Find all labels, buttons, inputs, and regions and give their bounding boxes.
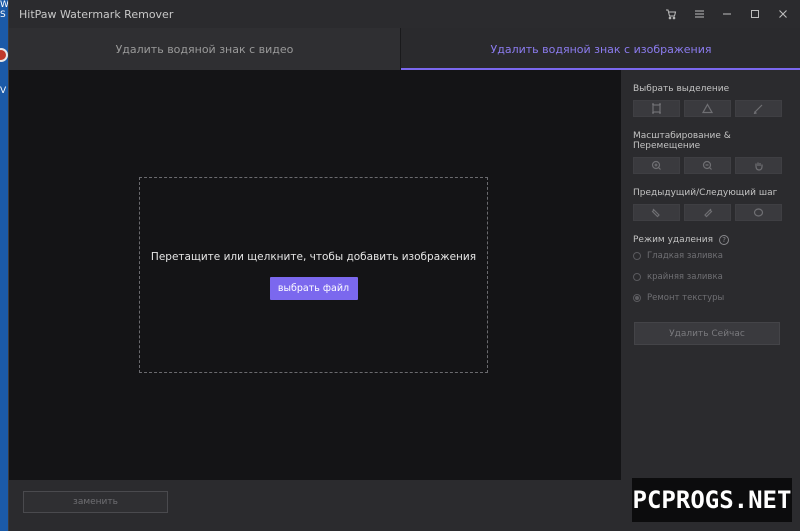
mode-option-label: крайняя заливка: [647, 272, 723, 282]
undo-button[interactable]: [633, 204, 680, 221]
footer-bar: заменить: [9, 480, 621, 531]
remove-now-button[interactable]: Удалить Сейчас: [634, 322, 780, 345]
zoom-out-icon: [702, 160, 712, 170]
reset-icon: [753, 208, 764, 217]
brush-select-icon: [753, 104, 763, 114]
step-section-title: Предыдущий/Следующий шаг: [633, 188, 778, 198]
undo-icon: [651, 208, 660, 218]
rectangle-select-icon: [652, 103, 661, 114]
mode-option-label: Гладкая заливка: [647, 251, 723, 261]
canvas-area: Перетащите или щелкните, чтобы добавить …: [9, 70, 621, 480]
redo-icon: [704, 208, 713, 218]
menu-icon[interactable]: [692, 7, 706, 21]
window-title: HitPaw Watermark Remover: [19, 7, 174, 21]
hand-button[interactable]: [735, 157, 782, 174]
site-watermark: PCPROGS.NET: [632, 478, 792, 522]
zoom-in-icon: [651, 160, 661, 170]
select-tools: [633, 100, 789, 117]
desktop-icon-label-2: V: [0, 86, 7, 96]
mode-option-label: Ремонт текстуры: [647, 293, 725, 303]
title-controls: [664, 0, 790, 28]
polygon-select-icon: [702, 103, 713, 114]
reset-button[interactable]: [735, 204, 782, 221]
mode-section-title: Режим удаления ?: [633, 235, 789, 245]
zoom-in-button[interactable]: [633, 157, 680, 174]
polygon-select-button[interactable]: [684, 100, 731, 117]
zoom-out-button[interactable]: [684, 157, 731, 174]
image-dropzone[interactable]: Перетащите или щелкните, чтобы добавить …: [139, 177, 488, 373]
mode-tabs: Удалить водяной знак с видео Удалить вод…: [9, 28, 800, 70]
zoom-tools: [633, 157, 789, 174]
minimize-icon[interactable]: [720, 7, 734, 21]
help-icon[interactable]: ?: [719, 235, 730, 245]
step-tools: [633, 204, 789, 221]
brush-select-button[interactable]: [735, 100, 782, 117]
cart-icon[interactable]: [664, 7, 678, 21]
maximize-icon[interactable]: [748, 7, 762, 21]
radio-smooth[interactable]: [633, 252, 641, 260]
select-section-title: Выбрать выделение: [633, 84, 730, 94]
mode-option-texture[interactable]: Ремонт текстуры: [633, 293, 789, 303]
close-icon[interactable]: [776, 7, 790, 21]
replace-button[interactable]: заменить: [23, 491, 168, 513]
tools-panel: Выбрать выделение Масштабирование & Пере…: [621, 70, 800, 531]
redo-button[interactable]: [684, 204, 731, 221]
choose-file-button[interactable]: выбрать файл: [269, 276, 358, 300]
mode-title-label: Режим удаления: [633, 235, 714, 245]
tab-image[interactable]: Удалить водяной знак с изображения: [401, 28, 800, 70]
tab-video[interactable]: Удалить водяной знак с видео: [9, 28, 401, 70]
desktop-background: [0, 0, 8, 531]
zoom-section-title: Масштабирование & Перемещение: [633, 131, 731, 151]
mode-option-edge[interactable]: крайняя заливка: [633, 272, 789, 282]
mode-option-smooth[interactable]: Гладкая заливка: [633, 251, 789, 261]
app-window: HitPaw Watermark Remover Удалить водяной…: [8, 0, 800, 531]
radio-texture[interactable]: [633, 294, 641, 302]
dropzone-hint: Перетащите или щелкните, чтобы добавить …: [150, 250, 477, 263]
radio-edge[interactable]: [633, 273, 641, 281]
rectangle-select-button[interactable]: [633, 100, 680, 117]
titlebar: HitPaw Watermark Remover: [9, 0, 800, 28]
hand-icon: [755, 162, 763, 171]
